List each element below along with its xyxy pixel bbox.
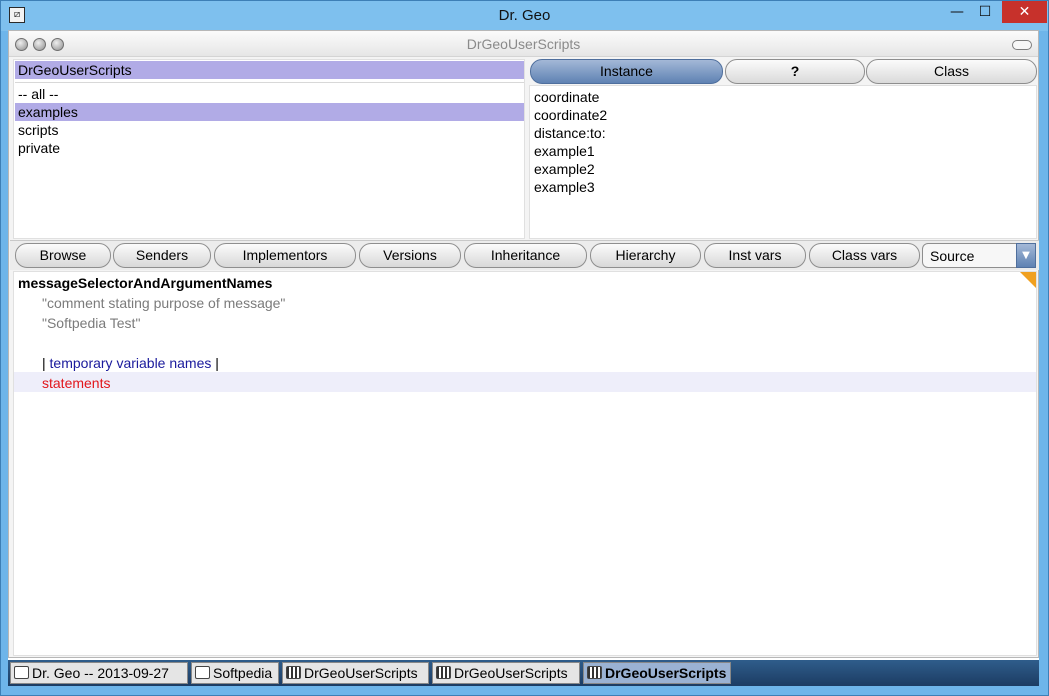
versions-button[interactable]: Versions xyxy=(359,243,461,268)
category-item[interactable]: -- all -- xyxy=(15,85,524,103)
code-temporaries: | temporary variable names | xyxy=(42,353,219,373)
code-comment: "comment stating purpose of message" xyxy=(42,295,286,311)
taskbar-item[interactable]: Softpedia xyxy=(191,662,279,684)
taskbar-item-label: DrGeoUserScripts xyxy=(605,665,727,681)
code-editor[interactable]: messageSelectorAndArgumentNames "comment… xyxy=(13,271,1037,656)
taskbar-item-label: Dr. Geo -- 2013-09-27 xyxy=(32,665,169,681)
method-item[interactable]: distance:to: xyxy=(534,124,607,142)
maximize-button[interactable]: ☐ xyxy=(971,1,999,23)
method-pane: coordinate coordinate2 distance:to: example… xyxy=(529,85,1037,239)
method-item[interactable]: example1 xyxy=(534,142,607,160)
minimize-button[interactable]: — xyxy=(943,1,971,23)
taskbar-item-label: Softpedia xyxy=(213,665,273,681)
category-pane: DrGeoUserScripts -- all -- examples script… xyxy=(13,59,525,239)
temps-names: temporary variable names xyxy=(49,355,212,371)
browser-title: DrGeoUserScripts xyxy=(466,36,581,52)
tab-instance[interactable]: Instance xyxy=(530,59,723,84)
taskbar-item[interactable]: DrGeoUserScripts xyxy=(432,662,580,684)
close-button[interactable]: ✕ xyxy=(1002,1,1047,23)
class-vars-button[interactable]: Class vars xyxy=(809,243,920,268)
divider xyxy=(15,82,524,83)
method-list: coordinate coordinate2 distance:to: example… xyxy=(534,88,607,196)
window-icon xyxy=(14,666,29,679)
current-line-highlight xyxy=(14,372,1036,392)
temps-open: | xyxy=(42,355,50,371)
browser-titlebar[interactable]: DrGeoUserScripts xyxy=(9,31,1038,57)
browser-window-icon xyxy=(587,666,602,679)
system-browser-window: DrGeoUserScripts DrGeoUserScripts -- all… xyxy=(8,30,1039,658)
category-list: -- all -- examples scripts private xyxy=(15,85,524,157)
method-item[interactable]: coordinate xyxy=(534,88,607,106)
implementors-button[interactable]: Implementors xyxy=(214,243,356,268)
temps-close: | xyxy=(211,355,219,371)
inst-vars-button[interactable]: Inst vars xyxy=(704,243,806,268)
hierarchy-button[interactable]: Hierarchy xyxy=(590,243,701,268)
browser-window-icon xyxy=(436,666,451,679)
dropdown-arrow-icon[interactable]: ▼ xyxy=(1016,243,1036,268)
tab-help[interactable]: ? xyxy=(725,59,865,84)
os-window-title: Dr. Geo xyxy=(498,7,551,24)
os-titlebar[interactable]: ⧄ Dr. Geo — ☐ ✕ xyxy=(1,1,1048,31)
browse-button[interactable]: Browse xyxy=(15,243,111,268)
window-collapse-icon[interactable] xyxy=(1012,40,1032,50)
method-item[interactable]: coordinate2 xyxy=(534,106,607,124)
code-statements: statements xyxy=(42,375,111,391)
method-item[interactable]: example3 xyxy=(534,178,607,196)
category-item[interactable]: examples xyxy=(15,103,524,121)
window-icon xyxy=(195,666,210,679)
pharo-world: DrGeoUserScripts DrGeoUserScripts -- all… xyxy=(8,30,1039,660)
code-comment: "Softpedia Test" xyxy=(42,315,141,331)
taskbar: Dr. Geo -- 2013-09-27 Softpedia DrGeoUserS… xyxy=(8,660,1039,686)
browser-window-icon xyxy=(286,666,301,679)
tab-class[interactable]: Class xyxy=(866,59,1037,84)
category-item[interactable]: scripts xyxy=(15,121,524,139)
senders-button[interactable]: Senders xyxy=(113,243,211,268)
class-name-field[interactable]: DrGeoUserScripts xyxy=(15,61,524,79)
method-item[interactable]: example2 xyxy=(534,160,607,178)
inheritance-button[interactable]: Inheritance xyxy=(464,243,587,268)
code-selector: messageSelectorAndArgumentNames xyxy=(18,275,273,291)
taskbar-item[interactable]: DrGeoUserScripts xyxy=(282,662,429,684)
unsaved-corner-icon xyxy=(1020,272,1036,288)
taskbar-item[interactable]: DrGeoUserScripts xyxy=(583,662,731,684)
category-item[interactable]: private xyxy=(15,139,524,157)
taskbar-item-label: DrGeoUserScripts xyxy=(304,665,418,681)
taskbar-item[interactable]: Dr. Geo -- 2013-09-27 xyxy=(10,662,188,684)
taskbar-item-label: DrGeoUserScripts xyxy=(454,665,568,681)
